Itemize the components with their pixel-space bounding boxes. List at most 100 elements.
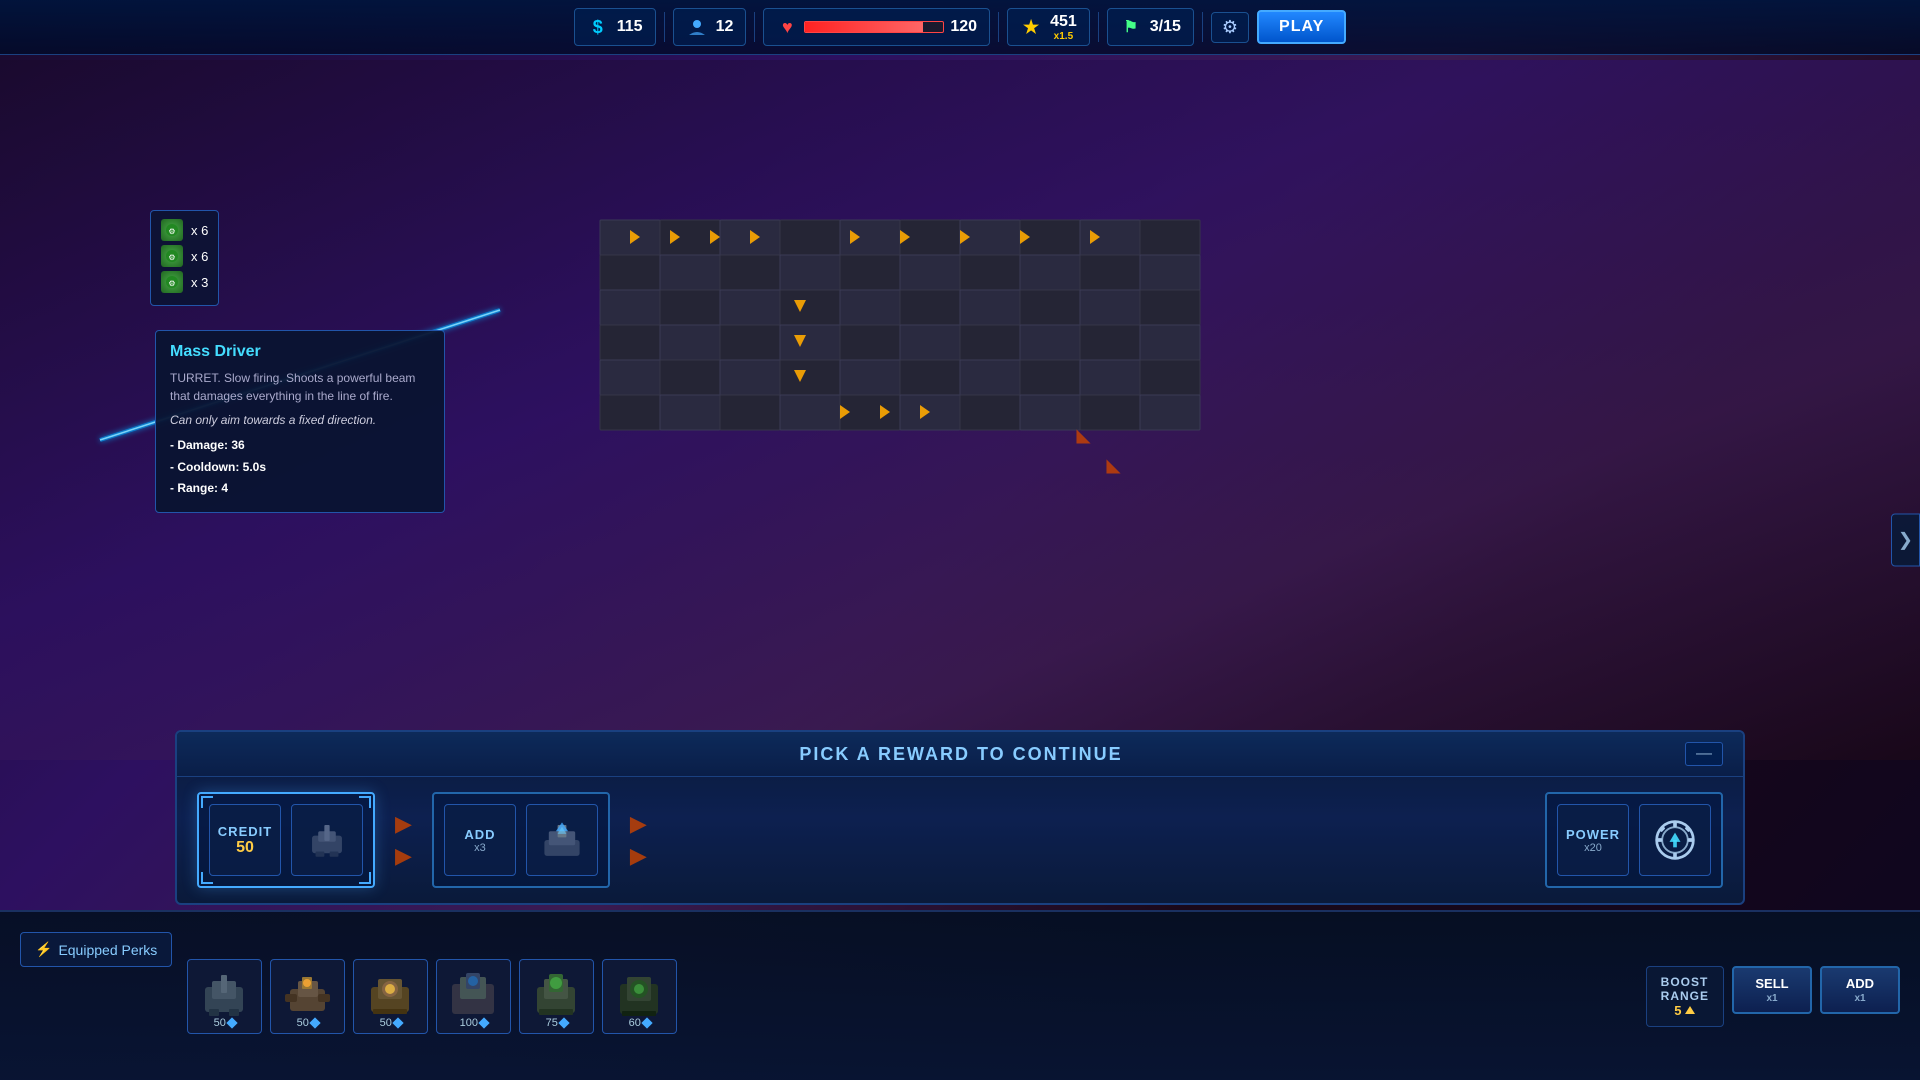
- add-label: ADD: [464, 827, 495, 842]
- stars-display: ★ 451 x1.5: [1007, 8, 1090, 46]
- stack-panel: ⚙ x 6 ⚙ x 6 ⚙ x 3: [150, 210, 219, 306]
- credit-label: CREDIT: [218, 824, 272, 839]
- reward-header: PICK A REWARD TO CONTINUE —: [177, 732, 1743, 777]
- boost-range-block: BOOSTRANGE 5: [1646, 966, 1724, 1027]
- boost-triangle-icon: [1685, 1006, 1695, 1014]
- power-reward-card[interactable]: POWER x20: [1557, 804, 1629, 876]
- power-icon-card[interactable]: [1639, 804, 1711, 876]
- item-reward-card[interactable]: [526, 804, 598, 876]
- credit-reward-card[interactable]: CREDIT 50: [209, 804, 281, 876]
- hud-divider-4: [1098, 12, 1099, 42]
- star-multiplier: 451 x1.5: [1050, 13, 1077, 42]
- range-value: 4: [221, 481, 228, 495]
- perk-cost-3: 50: [380, 1017, 402, 1029]
- add-label: ADD: [1846, 976, 1874, 991]
- reward-content: CREDIT 50 ▶ ▶: [177, 777, 1743, 903]
- turret-icon-area: [305, 818, 349, 862]
- team-icon: [686, 16, 708, 38]
- perk-item-6[interactable]: 60: [602, 959, 677, 1034]
- wave-value: 3/15: [1150, 18, 1181, 36]
- stack-icon-1: ⚙: [161, 219, 183, 241]
- arrow-sep-1: ▶ ▶: [395, 811, 412, 869]
- sell-button[interactable]: SELL x1: [1732, 966, 1812, 1014]
- add-button[interactable]: ADD x1: [1820, 966, 1900, 1014]
- health-fill: [805, 22, 922, 32]
- right-panel-toggle[interactable]: ❯: [1891, 514, 1920, 567]
- stack-count-3: x 3: [191, 275, 208, 290]
- health-display: ♥ 120: [763, 8, 990, 46]
- cost-diamond-3: [392, 1017, 403, 1028]
- credits-display: $ 115: [574, 8, 656, 46]
- tooltip-panel: Mass Driver TURRET. Slow firing. Shoots …: [155, 330, 445, 513]
- boost-range-value: 5: [1674, 1003, 1695, 1018]
- perk-cost-1: 50: [214, 1017, 236, 1029]
- perk-items-row: 50 50: [187, 959, 677, 1034]
- damage-value: 36: [231, 438, 244, 452]
- tooltip-cooldown: - Cooldown: 5.0s: [170, 457, 430, 479]
- credit-icon: $: [587, 16, 609, 38]
- equipped-perks-button[interactable]: ⚡ Equipped Perks: [20, 932, 172, 967]
- reward-group-1[interactable]: CREDIT 50: [197, 792, 375, 888]
- hud-divider-5: [1202, 12, 1203, 42]
- item-icon-area: [540, 818, 584, 862]
- credit-value: 115: [617, 18, 643, 36]
- boost-range-label: BOOSTRANGE: [1661, 975, 1709, 1003]
- perk-item-4[interactable]: 100: [436, 959, 511, 1034]
- tooltip-type: TURRET. Slow firing. Shoots a powerful b…: [170, 369, 430, 405]
- reward-modal: PICK A REWARD TO CONTINUE — CREDIT 50: [175, 730, 1745, 905]
- perk-cost-2: 50: [297, 1017, 319, 1029]
- stack-icon-2: ⚙: [161, 245, 183, 267]
- perk-item-1[interactable]: 50: [187, 959, 262, 1034]
- turret-reward-card[interactable]: [291, 804, 363, 876]
- hud-divider-1: [664, 12, 665, 42]
- minimize-button[interactable]: —: [1685, 742, 1723, 766]
- svg-text:⚙: ⚙: [168, 253, 175, 262]
- perk-cost-6: 60: [629, 1017, 651, 1029]
- perk-cost-5: 75: [546, 1017, 568, 1029]
- sell-label: SELL: [1755, 976, 1788, 991]
- sell-sub: x1: [1766, 993, 1777, 1004]
- perks-label: Equipped Perks: [58, 942, 157, 958]
- heart-icon: ♥: [776, 16, 798, 38]
- perk-item-2[interactable]: 50: [270, 959, 345, 1034]
- perk-item-5[interactable]: 75: [519, 959, 594, 1034]
- power-icon-area: [1653, 818, 1697, 862]
- team-value: 12: [716, 18, 734, 36]
- play-button[interactable]: PLAY: [1257, 10, 1346, 44]
- top-hud: $ 115 12 ♥ 120 ★ 451 x1.5 ⚑ 3/15 ⚙ PLAY: [0, 0, 1920, 55]
- svg-text:⚙: ⚙: [168, 279, 175, 288]
- health-bar: [804, 21, 944, 33]
- cost-diamond-4: [478, 1017, 489, 1028]
- tooltip-title: Mass Driver: [170, 343, 430, 361]
- star-icon: ★: [1020, 16, 1042, 38]
- stack-icon-3: ⚙: [161, 271, 183, 293]
- tooltip-range: - Range: 4: [170, 478, 430, 500]
- tooltip-damage: - Damage: 36: [170, 435, 430, 457]
- reward-group-3[interactable]: POWER x20: [1545, 792, 1723, 888]
- team-display: 12: [673, 8, 747, 46]
- cooldown-label: - Cooldown:: [170, 460, 239, 474]
- settings-button[interactable]: ⚙: [1211, 12, 1249, 43]
- credit-value: 50: [236, 839, 254, 857]
- star-value: 451: [1050, 13, 1077, 31]
- svg-text:⚙: ⚙: [168, 227, 175, 236]
- lightning-icon: ⚡: [35, 941, 52, 958]
- stack-item-3: ⚙ x 3: [161, 271, 208, 293]
- damage-label: - Damage:: [170, 438, 228, 452]
- power-subvalue: x20: [1584, 842, 1602, 854]
- add-reward-card[interactable]: ADD x3: [444, 804, 516, 876]
- health-value: 120: [950, 18, 977, 36]
- cost-diamond-1: [226, 1017, 237, 1028]
- hud-divider-2: [754, 12, 755, 42]
- cooldown-value: 5.0s: [243, 460, 266, 474]
- reward-group-2[interactable]: ADD x3: [432, 792, 610, 888]
- range-label: - Range:: [170, 481, 218, 495]
- stack-count-1: x 6: [191, 223, 208, 238]
- perk-item-3[interactable]: 50: [353, 959, 428, 1034]
- actions-row: BOOSTRANGE 5 SELL x1 ADD x1: [1646, 966, 1900, 1027]
- perk-cost-4: 100: [460, 1017, 488, 1029]
- arrow-sep-2: ▶ ▶: [630, 811, 647, 869]
- stack-item-2: ⚙ x 6: [161, 245, 208, 267]
- perks-bar: ⚡ Equipped Perks 50: [0, 910, 1920, 1080]
- wave-display: ⚑ 3/15: [1107, 8, 1194, 46]
